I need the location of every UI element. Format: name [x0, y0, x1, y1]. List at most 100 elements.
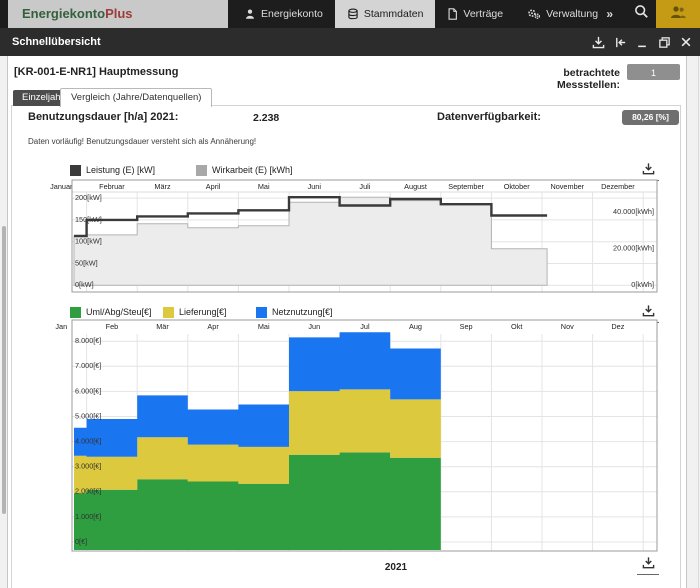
benutzungsdauer-label: Benutzungsdauer [h/a] 2021:	[28, 111, 178, 123]
download-icon	[642, 556, 655, 570]
close-icon	[680, 36, 692, 48]
person-icon	[244, 8, 256, 20]
svg-text:200[kW]: 200[kW]	[75, 193, 102, 202]
datenverfuegbarkeit-label: Datenverfügbarkeit:	[437, 111, 541, 123]
download-icon	[642, 162, 655, 176]
minimize-button[interactable]	[634, 34, 650, 50]
svg-text:Mär: Mär	[156, 322, 169, 331]
left-scrollbar-handle[interactable]	[2, 226, 6, 514]
measurement-title: [KR-001-E-NR1] Hauptmessung	[14, 66, 178, 78]
svg-text:2.000[€]: 2.000[€]	[75, 487, 101, 496]
nav-item-energiekonto[interactable]: Energiekonto	[232, 0, 335, 28]
chart-year-label: 2021	[348, 562, 444, 573]
nav-item-label: Energiekonto	[261, 8, 323, 20]
svg-text:Dezember: Dezember	[601, 182, 635, 191]
svg-text:5.000[€]: 5.000[€]	[75, 411, 101, 420]
top-nav-bar: EnergiekontoPlus EnergiekontoStammdatenV…	[0, 0, 700, 28]
legend-label: Uml/Abg/Steu[€]	[86, 307, 152, 317]
svg-text:August: August	[404, 182, 427, 191]
svg-text:September: September	[448, 182, 484, 191]
download-icon	[592, 36, 605, 49]
svg-text:150[kW]: 150[kW]	[75, 215, 102, 224]
svg-text:Jun: Jun	[308, 322, 320, 331]
gears-icon	[527, 8, 541, 20]
dialog-title: Schnellübersicht	[12, 36, 101, 48]
svg-text:50[kW]: 50[kW]	[75, 258, 98, 267]
window-controls	[590, 28, 694, 56]
search-icon	[634, 4, 649, 24]
page-left-edge	[0, 56, 8, 588]
svg-text:Mai: Mai	[258, 182, 270, 191]
legend-swatch-icon	[163, 307, 174, 318]
svg-text:Oktober: Oktober	[504, 182, 531, 191]
page-right-edge	[686, 56, 700, 588]
svg-text:Nov: Nov	[561, 322, 574, 331]
legend-swatch-icon	[70, 165, 81, 176]
svg-text:7.000[€]: 7.000[€]	[75, 361, 101, 370]
nav-item-label: Stammdaten	[364, 8, 424, 20]
logo-part-1: Energiekonto	[22, 6, 105, 21]
svg-text:Januar: Januar	[50, 182, 73, 191]
legend-label: Netznutzung[€]	[272, 307, 333, 317]
svg-text:Juli: Juli	[359, 182, 370, 191]
benutzungsdauer-value: 2.238	[253, 112, 279, 124]
svg-text:40.000[kWh]: 40.000[kWh]	[613, 207, 654, 216]
svg-text:20.000[kWh]: 20.000[kWh]	[613, 244, 654, 253]
legend-item: Leistung (E) [kW]	[70, 165, 196, 176]
svg-text:100[kW]: 100[kW]	[75, 237, 102, 246]
svg-text:November: November	[550, 182, 584, 191]
legend-item: Wirkarbeit (E) [kWh]	[196, 165, 322, 176]
users-icon	[669, 5, 687, 24]
legend-item: Netznutzung[€]	[256, 307, 349, 318]
close-button[interactable]	[678, 34, 694, 50]
messstellen-anzeigen-button[interactable]: 1 anzeigen	[627, 64, 680, 80]
svg-text:0[kWh]: 0[kWh]	[631, 280, 654, 289]
search-button[interactable]	[626, 0, 656, 28]
database-icon	[347, 8, 359, 20]
svg-text:Dez: Dez	[611, 322, 624, 331]
svg-text:3.000[€]: 3.000[€]	[75, 462, 101, 471]
topbar-right: »	[592, 0, 700, 28]
collapse-left-icon	[614, 36, 627, 49]
download-icon	[642, 304, 655, 318]
leistung-wirkarbeit-chart: 0[kW] 50[kW] 100[kW] 150[kW] 200[kW] 0[kWh] 20…	[20, 179, 672, 293]
nav-item-label: Verwaltung	[546, 8, 598, 20]
legend-swatch-icon	[70, 307, 81, 318]
svg-text:Sep: Sep	[460, 322, 473, 331]
overview-download-button[interactable]	[637, 556, 659, 575]
svg-text:6.000[€]: 6.000[€]	[75, 386, 101, 395]
legend-label: Leistung (E) [kW]	[86, 165, 155, 175]
messstellen-label: betrachtete Messstellen:	[500, 67, 620, 91]
user-account-button[interactable]	[656, 0, 700, 28]
nav-item-verträge[interactable]: Verträge	[435, 0, 515, 28]
cost-chart-legend: Uml/Abg/Steu[€] Lieferung[€] Netznutzung[€…	[70, 306, 349, 318]
legend-item: Lieferung[€]	[163, 307, 256, 318]
tab-vergleich[interactable]: Vergleich (Jahre/Datenquellen)	[60, 88, 212, 107]
svg-text:Okt: Okt	[511, 322, 522, 331]
nav-item-stammdaten[interactable]: Stammdaten	[335, 0, 436, 28]
svg-text:April: April	[206, 182, 221, 191]
svg-text:8.000[€]: 8.000[€]	[75, 336, 101, 345]
svg-text:0[kW]: 0[kW]	[75, 280, 94, 289]
svg-text:4.000[€]: 4.000[€]	[75, 437, 101, 446]
nav-overflow-button[interactable]: »	[592, 7, 626, 21]
app-logo: EnergiekontoPlus	[8, 0, 228, 28]
svg-text:Feb: Feb	[106, 322, 119, 331]
minimize-icon	[636, 36, 648, 49]
logo-part-2: Plus	[105, 6, 132, 21]
svg-text:Februar: Februar	[99, 182, 125, 191]
legend-label: Wirkarbeit (E) [kWh]	[212, 165, 293, 175]
svg-text:Mai: Mai	[258, 322, 270, 331]
svg-text:Jul: Jul	[360, 322, 370, 331]
legend-label: Lieferung[€]	[179, 307, 227, 317]
main-nav: Energiekonto Stammdaten Verträge Verwaltung	[232, 0, 610, 28]
svg-text:1.000[€]: 1.000[€]	[75, 512, 101, 521]
collapse-left-button[interactable]	[612, 34, 628, 50]
restore-button[interactable]	[656, 34, 672, 50]
svg-text:Aug: Aug	[409, 322, 422, 331]
legend-swatch-icon	[256, 307, 267, 318]
nav-item-label: Verträge	[463, 8, 503, 20]
preliminary-data-note: Daten vorläufig! Benutzungsdauer versteh…	[28, 137, 256, 146]
download-button[interactable]	[590, 34, 606, 50]
svg-text:0[€]: 0[€]	[75, 537, 87, 546]
